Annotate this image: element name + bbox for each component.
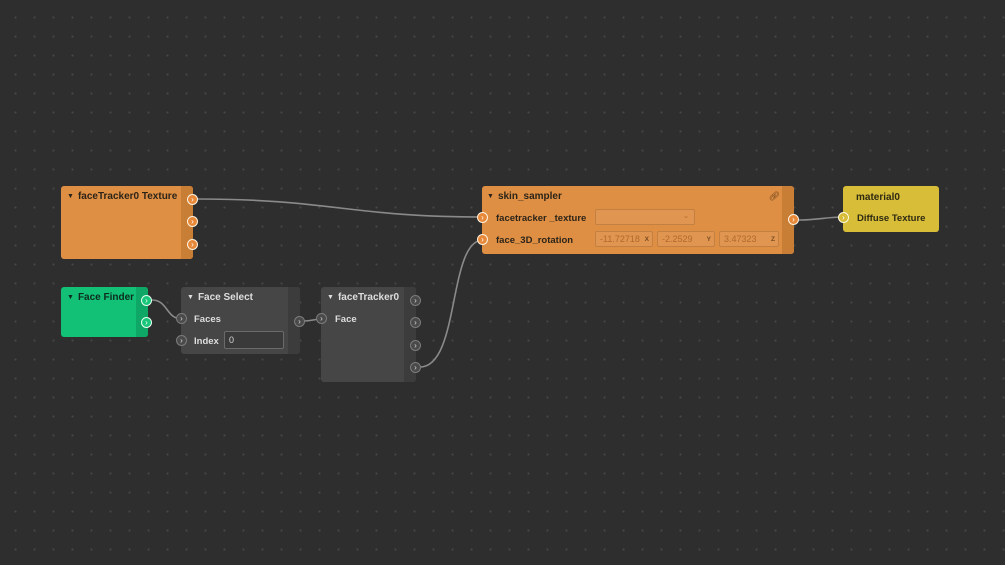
node-title: Face Select bbox=[197, 292, 253, 303]
index-value: 0 bbox=[229, 335, 235, 345]
arrow-right-icon[interactable]: › bbox=[187, 194, 198, 205]
arrow-right-icon[interactable]: › bbox=[410, 340, 421, 351]
arrow-right-icon[interactable]: › bbox=[477, 234, 488, 245]
node-material[interactable]: material0 › Diffuse Texture bbox=[838, 186, 939, 232]
triangle-down-icon[interactable]: ▼ bbox=[187, 294, 194, 301]
arrow-right-icon[interactable]: › bbox=[410, 317, 421, 328]
wire-texture-to-skin-sampler bbox=[196, 198, 484, 218]
link-icon[interactable]: 🔗︎ bbox=[769, 191, 780, 202]
arrow-right-icon[interactable]: › bbox=[838, 212, 849, 223]
node-title: skin_sampler bbox=[497, 191, 562, 202]
rotation-z-value: 3.47323 bbox=[724, 234, 757, 244]
node-header: ▼ faceTracker0 Texture bbox=[67, 191, 177, 202]
input-label-texture: facetracker _texture bbox=[496, 213, 587, 224]
triangle-down-icon[interactable]: ▼ bbox=[327, 294, 334, 301]
triangle-down-icon[interactable]: ▼ bbox=[67, 193, 74, 200]
input-label-rotation: face_3D_rotation bbox=[496, 235, 574, 246]
index-input[interactable]: 0 bbox=[224, 331, 284, 349]
triangle-down-icon[interactable]: ▼ bbox=[67, 294, 74, 301]
axis-z-label: Z bbox=[771, 235, 775, 243]
arrow-right-icon[interactable]: › bbox=[141, 317, 152, 328]
node-title: faceTracker0 bbox=[337, 292, 400, 303]
rotation-x-value: -11.72718 bbox=[600, 234, 640, 244]
node-header: material0 bbox=[856, 192, 900, 203]
node-facetracker-texture[interactable]: ▼ faceTracker0 Texture › › › bbox=[61, 186, 198, 259]
arrow-right-icon[interactable]: › bbox=[187, 239, 198, 250]
node-header: ▼ Face Finder bbox=[67, 292, 134, 303]
rotation-x-field[interactable]: -11.72718 X bbox=[595, 231, 653, 247]
input-label-diffuse: Diffuse Texture bbox=[857, 213, 926, 224]
axis-y-label: Y bbox=[706, 235, 711, 243]
arrow-right-icon[interactable]: › bbox=[788, 214, 799, 225]
node-skin-sampler[interactable]: ▼ skin_sampler 🔗︎ › facetracker _texture… bbox=[477, 186, 799, 254]
rotation-z-field[interactable]: 3.47323 Z bbox=[719, 231, 779, 247]
node-header: ▼ skin_sampler bbox=[487, 191, 562, 202]
node-face-finder[interactable]: ▼ Face Finder › › bbox=[61, 287, 152, 337]
arrow-right-icon[interactable]: › bbox=[176, 313, 187, 324]
input-label-faces: Faces bbox=[194, 314, 221, 325]
input-label-index: Index bbox=[194, 336, 219, 347]
arrow-right-icon[interactable]: › bbox=[410, 362, 421, 373]
node-header: ▼ faceTracker0 bbox=[327, 292, 399, 303]
arrow-right-icon[interactable]: › bbox=[141, 295, 152, 306]
rotation-y-field[interactable]: -2.2529 Y bbox=[657, 231, 715, 247]
rotation-y-value: -2.2529 bbox=[662, 234, 693, 244]
wire-tracker-to-rotation bbox=[419, 239, 484, 368]
connection-wires bbox=[151, 198, 845, 368]
node-facetracker[interactable]: ▼ faceTracker0 › Face › › › › bbox=[316, 287, 421, 382]
arrow-right-icon[interactable]: › bbox=[187, 216, 198, 227]
input-label-face: Face bbox=[335, 314, 357, 325]
arrow-right-icon[interactable]: › bbox=[316, 313, 327, 324]
node-title: material0 bbox=[856, 192, 900, 203]
texture-dropdown[interactable]: ⌄ bbox=[595, 209, 695, 225]
arrow-right-icon[interactable]: › bbox=[410, 295, 421, 306]
arrow-right-icon[interactable]: › bbox=[294, 316, 305, 327]
triangle-down-icon[interactable]: ▼ bbox=[487, 193, 494, 200]
arrow-right-icon[interactable]: › bbox=[176, 335, 187, 346]
node-title: Face Finder bbox=[77, 292, 135, 303]
node-title: faceTracker0 Texture bbox=[77, 191, 178, 202]
node-face-select[interactable]: ▼ Face Select › Faces › Index 0 › bbox=[176, 287, 305, 354]
arrow-right-icon[interactable]: › bbox=[477, 212, 488, 223]
axis-x-label: X bbox=[644, 235, 649, 243]
node-header: ▼ Face Select bbox=[187, 292, 253, 303]
chevron-down-icon: ⌄ bbox=[683, 213, 689, 220]
